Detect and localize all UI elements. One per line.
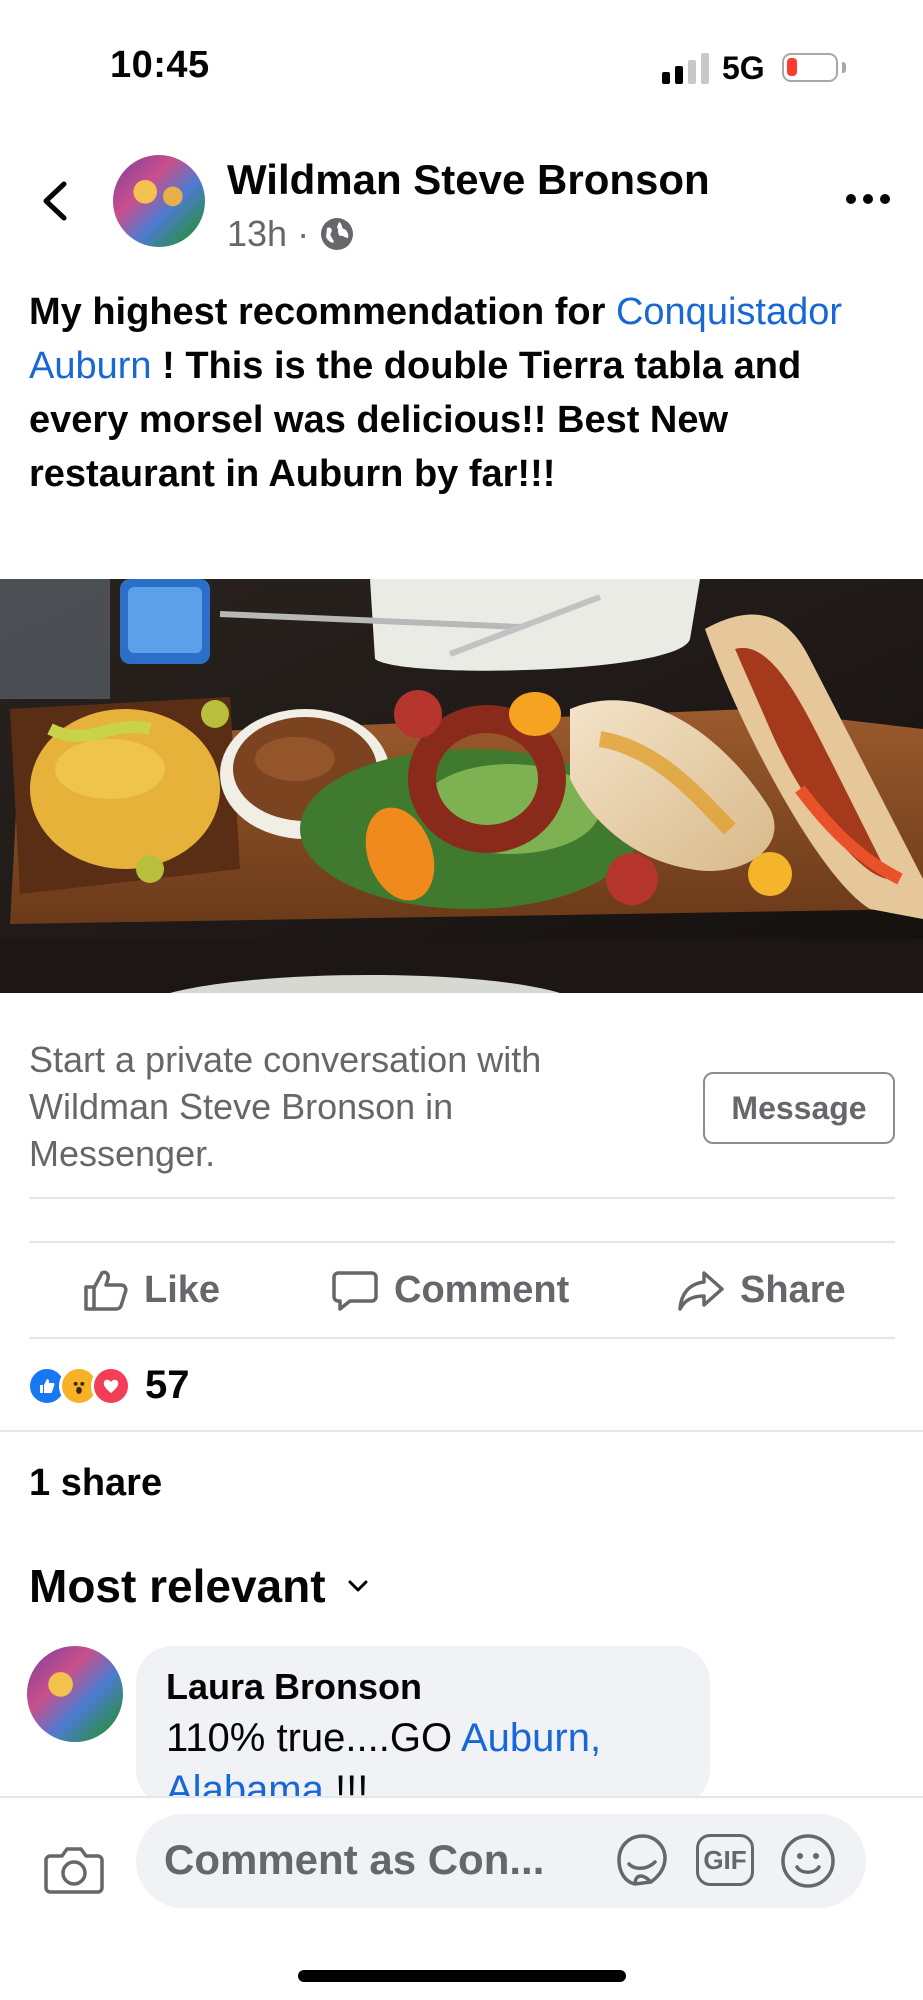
home-indicator[interactable] bbox=[298, 1970, 626, 1982]
post-photo[interactable] bbox=[0, 579, 923, 993]
camera-button[interactable] bbox=[42, 1838, 106, 1902]
like-label: Like bbox=[144, 1268, 221, 1311]
post-meta: 13h · bbox=[227, 213, 355, 255]
love-reaction-icon bbox=[91, 1365, 131, 1406]
status-time: 10:45 bbox=[110, 44, 210, 86]
signal-icon bbox=[662, 52, 710, 84]
reaction-count: 57 bbox=[145, 1363, 190, 1407]
comment-button[interactable]: Comment bbox=[330, 1262, 569, 1318]
divider bbox=[29, 1337, 895, 1339]
chevron-left-icon bbox=[43, 181, 67, 221]
gif-button[interactable]: GIF bbox=[696, 1834, 754, 1886]
battery-icon bbox=[782, 53, 838, 82]
share-count[interactable]: 1 share bbox=[29, 1462, 162, 1505]
post-text: My highest recommendation for Conquistad… bbox=[29, 291, 843, 495]
divider bbox=[0, 1430, 923, 1432]
emoji-button[interactable] bbox=[779, 1832, 837, 1890]
share-label: Share bbox=[740, 1268, 846, 1311]
network-label: 5G bbox=[722, 50, 765, 86]
comment-sort-dropdown[interactable]: Most relevant bbox=[29, 1559, 372, 1613]
sort-label: Most relevant bbox=[29, 1560, 326, 1612]
comment-bubble: Laura Bronson 110% true....GO Auburn, Al… bbox=[136, 1646, 710, 1806]
share-button[interactable]: Share bbox=[676, 1262, 846, 1318]
comment-placeholder: Comment as Con... bbox=[164, 1836, 545, 1883]
smiley-icon bbox=[781, 1834, 835, 1888]
food-photo-image bbox=[0, 579, 923, 993]
comment-label: Comment bbox=[394, 1268, 570, 1311]
like-button[interactable]: Like bbox=[80, 1262, 220, 1318]
comment-text: 110% true....GO Auburn, Alabama !!! bbox=[166, 1712, 706, 1806]
sticker-icon bbox=[617, 1834, 667, 1886]
reactions-summary[interactable]: 57 bbox=[27, 1363, 190, 1408]
message-button[interactable]: Message bbox=[703, 1072, 895, 1144]
divider bbox=[29, 1197, 895, 1199]
comment-input[interactable]: Comment as Con... GIF bbox=[136, 1814, 866, 1908]
author-avatar[interactable] bbox=[113, 155, 205, 247]
author-name[interactable]: Wildman Steve Bronson bbox=[227, 156, 710, 204]
back-button[interactable] bbox=[36, 176, 76, 226]
share-arrow-icon bbox=[678, 1271, 724, 1311]
speech-bubble-icon bbox=[332, 1271, 378, 1311]
more-options-button[interactable] bbox=[846, 194, 890, 208]
thumbs-up-icon bbox=[84, 1270, 128, 1311]
commenter-avatar[interactable] bbox=[27, 1646, 123, 1742]
post-time[interactable]: 13h bbox=[227, 213, 287, 255]
meta-separator: · bbox=[297, 213, 310, 254]
divider bbox=[29, 1241, 895, 1243]
globe-icon bbox=[321, 218, 354, 250]
messenger-prompt: Start a private conversation with Wildma… bbox=[29, 1039, 542, 1174]
comment-author[interactable]: Laura Bronson bbox=[166, 1666, 422, 1708]
sticker-button[interactable] bbox=[609, 1828, 673, 1892]
chevron-down-icon bbox=[348, 1580, 368, 1592]
status-bar: 10:45 5G bbox=[0, 0, 923, 130]
camera-icon bbox=[44, 1847, 104, 1894]
